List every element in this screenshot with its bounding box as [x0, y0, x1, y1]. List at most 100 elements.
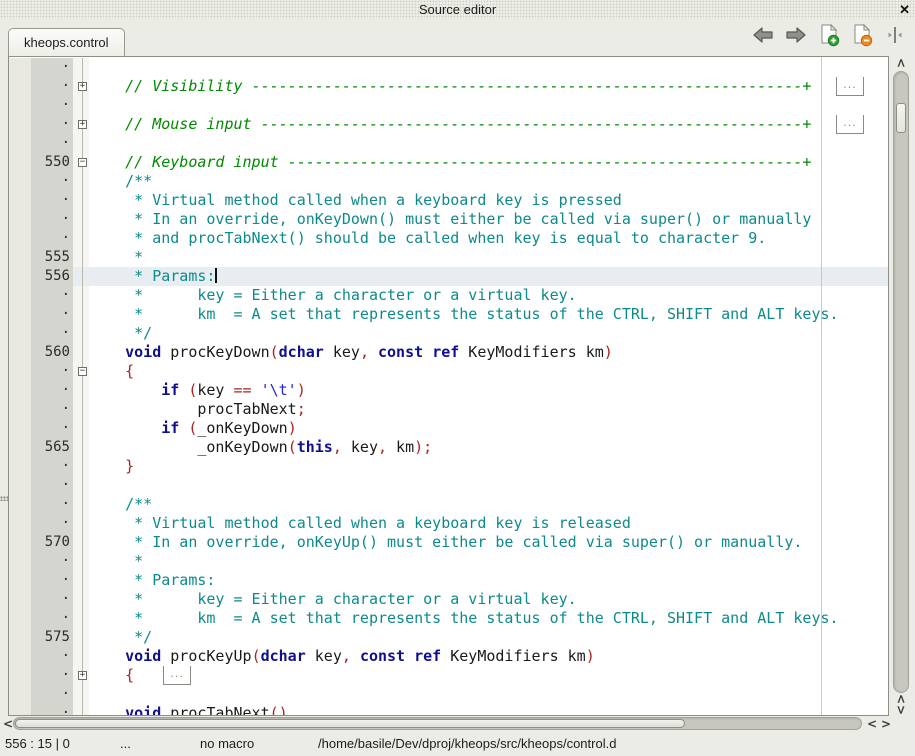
code-line[interactable]: 550− // Keyboard input -----------------… — [9, 153, 888, 172]
code-line[interactable]: · /** — [9, 172, 888, 191]
fold-expand-icon[interactable]: + — [78, 120, 87, 129]
code-line[interactable]: · — [9, 685, 888, 704]
folded-code-ellipsis[interactable]: ... — [836, 115, 864, 134]
code-token: procTabNext — [89, 400, 297, 418]
split-editor-icon[interactable] — [883, 22, 907, 48]
code-line-text: * Virtual method called when a keyboard … — [89, 191, 888, 210]
horizontal-scrollbar-thumb[interactable] — [15, 719, 685, 728]
code-line[interactable]: 560 void procKeyDown(dchar key, const re… — [9, 343, 888, 362]
code-line[interactable]: ·+ {... — [9, 666, 888, 685]
code-line[interactable]: · */ — [9, 324, 888, 343]
horizontal-scrollbar-track[interactable] — [13, 717, 862, 730]
gutter-line-number: 555 — [31, 248, 73, 267]
scroll-right-icon[interactable]: > — [881, 717, 891, 731]
gutter-strip — [9, 267, 31, 286]
fold-collapse-icon[interactable]: − — [78, 158, 87, 167]
code-line[interactable]: · * and procTabNext() should be called w… — [9, 229, 888, 248]
code-line[interactable]: · * Virtual method called when a keyboar… — [9, 191, 888, 210]
code-line[interactable]: · — [9, 96, 888, 115]
gutter-strip — [9, 457, 31, 476]
text-cursor — [215, 268, 217, 283]
horizontal-scrollbar[interactable]: > > > — [0, 716, 900, 731]
scroll-up-icon[interactable]: > — [896, 56, 906, 70]
code-line[interactable]: 565 _onKeyDown(this, key, km); — [9, 438, 888, 457]
code-line-text: /** — [89, 172, 888, 191]
code-line[interactable]: · * km = A set that represents the statu… — [9, 609, 888, 628]
scroll-left-icon[interactable]: > — [3, 717, 13, 731]
code-token: { — [125, 666, 134, 684]
fold-expand-icon[interactable]: + — [78, 671, 87, 680]
code-line[interactable]: · — [9, 476, 888, 495]
code-line[interactable]: · — [9, 58, 888, 77]
code-token: procTabNext — [161, 704, 269, 716]
code-line-text: if (key == '\t') — [89, 381, 888, 400]
code-line[interactable]: · * In an override, onKeyDown() must eit… — [9, 210, 888, 229]
code-token: if — [161, 419, 179, 437]
code-line-text: /** — [89, 495, 888, 514]
scroll-down-icon[interactable]: > — [896, 703, 906, 717]
close-icon[interactable]: ✕ — [899, 1, 910, 18]
gutter-line-number: · — [31, 685, 73, 704]
gutter-strip — [9, 153, 31, 172]
next-editor-icon[interactable] — [784, 22, 808, 48]
vertical-scrollbar[interactable]: > > > — [891, 56, 912, 716]
vertical-scrollbar-track[interactable] — [893, 71, 909, 693]
gutter-line-number: 556 — [31, 267, 73, 286]
tab-kheops-control[interactable]: kheops.control — [8, 28, 125, 56]
gutter-strip — [9, 191, 31, 210]
code-line-text: procTabNext; — [89, 400, 888, 419]
code-line[interactable]: ·− { — [9, 362, 888, 381]
code-line[interactable]: · if (_onKeyDown) — [9, 419, 888, 438]
code-line[interactable]: 570 * In an override, onKeyUp() must eit… — [9, 533, 888, 552]
gutter-line-number: · — [31, 115, 73, 134]
code-line[interactable]: · * key = Either a character or a virtua… — [9, 590, 888, 609]
vertical-scrollbar-thumb[interactable] — [896, 103, 906, 133]
fold-gutter: − — [73, 153, 89, 172]
code-line-text: */ — [89, 324, 888, 343]
gutter-strip — [9, 571, 31, 590]
code-line-text: } — [89, 457, 888, 476]
new-document-icon[interactable] — [817, 22, 841, 48]
fold-expand-icon[interactable]: + — [78, 82, 87, 91]
code-line[interactable]: · void procKeyUp(dchar key, const ref Ke… — [9, 647, 888, 666]
pane-splitter-grip[interactable] — [0, 496, 9, 501]
code-token — [89, 457, 125, 475]
code-line[interactable]: 575 */ — [9, 628, 888, 647]
gutter-strip — [9, 438, 31, 457]
code-token — [351, 647, 360, 665]
folded-code-ellipsis[interactable]: ... — [163, 666, 191, 685]
fold-collapse-icon[interactable]: − — [78, 367, 87, 376]
fold-gutter — [73, 191, 89, 210]
code-line[interactable]: · * key = Either a character or a virtua… — [9, 286, 888, 305]
code-line[interactable]: · * Virtual method called when a keyboar… — [9, 514, 888, 533]
code-line[interactable]: · } — [9, 457, 888, 476]
scroll-left-secondary-icon[interactable]: > — [867, 717, 877, 731]
previous-editor-icon[interactable] — [751, 22, 775, 48]
code-token: * km = A set that represents the status … — [89, 609, 839, 627]
code-line[interactable]: 555 * — [9, 248, 888, 267]
code-line[interactable]: · /** — [9, 495, 888, 514]
code-line[interactable]: · if (key == '\t') — [9, 381, 888, 400]
code-line[interactable]: ·+ // Mouse input ----------------------… — [9, 115, 888, 134]
code-token — [179, 419, 188, 437]
code-line[interactable]: 556 * Params: — [9, 267, 888, 286]
code-line[interactable]: · — [9, 134, 888, 153]
code-line[interactable]: · void procTabNext() — [9, 704, 888, 716]
code-token: { — [125, 362, 134, 380]
code-token: // Keyboard input ----------------------… — [125, 153, 811, 171]
fold-gutter — [73, 324, 89, 343]
code-line[interactable]: · procTabNext; — [9, 400, 888, 419]
macro-state: no macro — [200, 736, 254, 751]
code-line[interactable]: · * km = A set that represents the statu… — [9, 305, 888, 324]
code-token: KeyModifiers km — [459, 343, 604, 361]
code-line[interactable]: ·+ // Visibility -----------------------… — [9, 77, 888, 96]
code-token — [89, 666, 125, 684]
code-token: ) — [586, 647, 595, 665]
window-titlebar[interactable]: Source editor ✕ — [0, 0, 915, 19]
code-line[interactable]: · * — [9, 552, 888, 571]
folded-code-ellipsis[interactable]: ... — [836, 77, 864, 96]
code-token: , — [360, 343, 369, 361]
close-document-icon[interactable] — [850, 22, 874, 48]
code-line[interactable]: · * Params: — [9, 571, 888, 590]
code-editor[interactable]: ··+ // Visibility ----------------------… — [8, 56, 889, 716]
